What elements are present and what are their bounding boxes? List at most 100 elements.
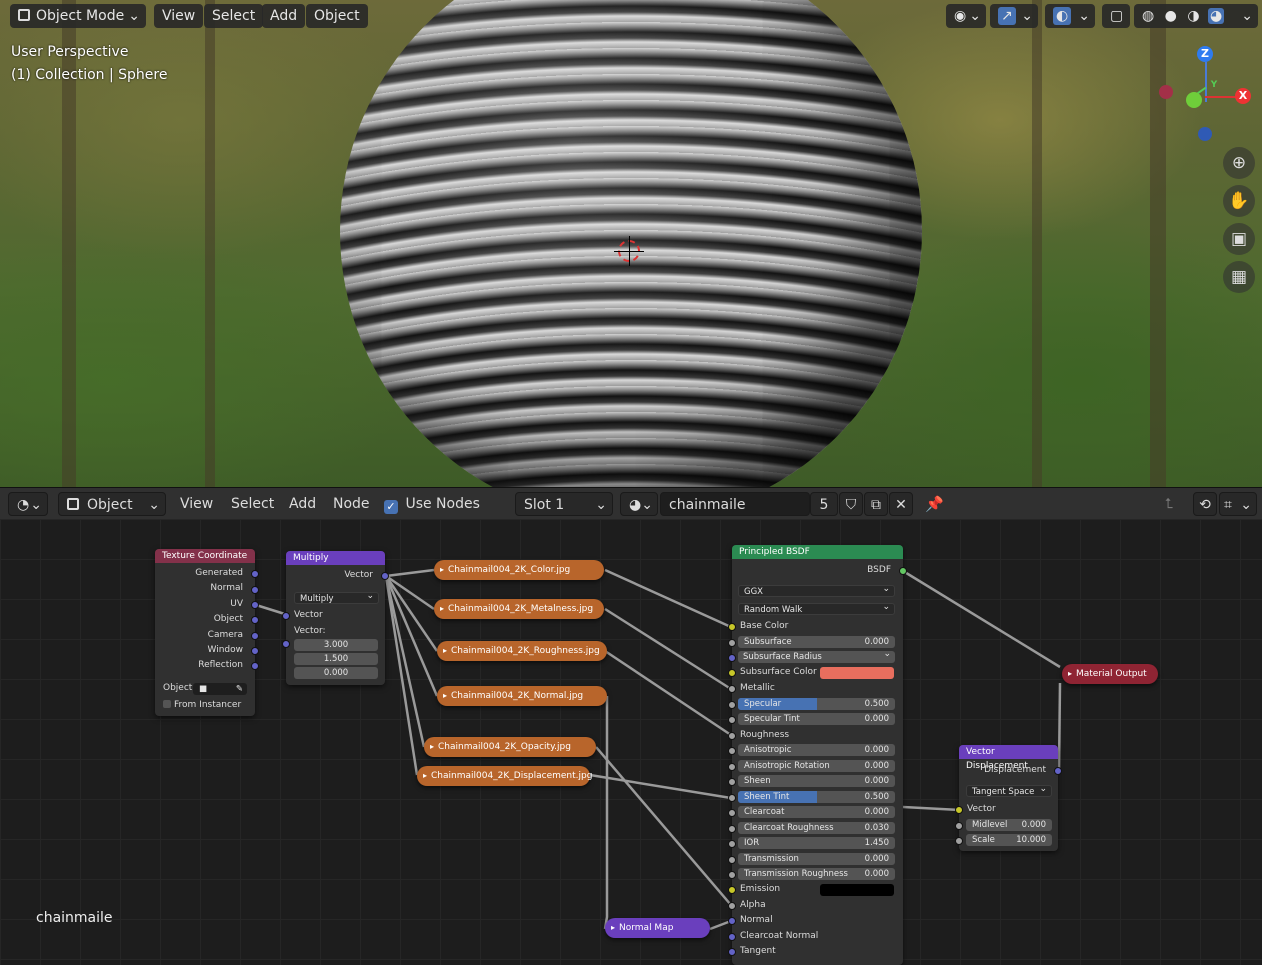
subsurface-field[interactable]: Subsurface 0.000	[738, 636, 895, 648]
menu-view[interactable]: View	[180, 492, 213, 516]
image-texture-node-opacity[interactable]: Chainmail004_2K_Opacity.jpg	[424, 737, 596, 757]
image-texture-node-normal[interactable]: Chainmail004_2K_Normal.jpg	[437, 686, 607, 706]
menu-view[interactable]: View	[154, 4, 204, 28]
chevron-down-icon[interactable]: ⌄	[1241, 4, 1253, 28]
axis-x-negative[interactable]	[1159, 85, 1173, 99]
socket-uv[interactable]	[251, 601, 259, 609]
hand-icon[interactable]: ✋	[1223, 185, 1255, 217]
material-browse-dropdown[interactable]: ◕ ⌄	[620, 492, 658, 516]
scale-field[interactable]: Scale 10.000	[966, 834, 1052, 846]
socket-clearcoat-normal[interactable]	[728, 933, 736, 941]
transmission-roughness-field[interactable]: Transmission Roughness 0.000	[738, 868, 895, 880]
menu-add[interactable]: Add	[262, 4, 306, 28]
socket-input-vector[interactable]	[955, 806, 963, 814]
material-output-node[interactable]: Material Output	[1062, 664, 1158, 684]
shading-modes[interactable]: ◍ ● ◑ ◕ ⌄	[1134, 4, 1258, 28]
node-header[interactable]: Principled BSDF	[732, 545, 903, 559]
clearcoat-roughness-field[interactable]: Clearcoat Roughness 0.030	[738, 822, 895, 834]
anisotropic-rotation-field[interactable]: Anisotropic Rotation 0.000	[738, 760, 895, 772]
subsurface-radius-dropdown[interactable]: Subsurface Radius	[738, 648, 895, 663]
midlevel-field[interactable]: Midlevel 0.000	[966, 819, 1052, 831]
vector-y-field[interactable]: 1.500	[294, 653, 378, 665]
socket-subsurface-radius[interactable]	[728, 654, 736, 662]
snap-element-dropdown[interactable]: ⌗ ⌄	[1219, 492, 1257, 516]
socket-input-vector-2[interactable]	[282, 640, 290, 648]
specular-field[interactable]: Specular 0.500	[738, 698, 895, 710]
vector-z-field[interactable]: 0.000	[294, 667, 378, 679]
solid-shading-icon[interactable]: ●	[1165, 8, 1177, 24]
socket-reflection[interactable]	[251, 662, 259, 670]
from-instancer-checkbox[interactable]: From Instancer	[155, 699, 255, 712]
socket-specular-tint[interactable]	[728, 716, 736, 724]
socket-sheen-tint[interactable]	[728, 794, 736, 802]
principled-bsdf-node[interactable]: Principled BSDF BSDF GGX Random Walk Bas…	[728, 545, 907, 965]
socket-subsurface-color[interactable]	[728, 669, 736, 677]
pin-icon[interactable]: 📌	[925, 492, 944, 516]
subsurface-method-dropdown[interactable]: Random Walk	[738, 601, 895, 615]
parent-node-tree-icon[interactable]: ⮤	[1165, 492, 1173, 516]
texture-coordinate-node[interactable]: Texture Coordinate Generated Normal UV O…	[155, 549, 259, 716]
clearcoat-field[interactable]: Clearcoat 0.000	[738, 806, 895, 818]
socket-generated[interactable]	[251, 570, 259, 578]
socket-scale[interactable]	[955, 837, 963, 845]
anisotropic-field[interactable]: Anisotropic 0.000	[738, 744, 895, 756]
axis-z-negative[interactable]	[1198, 127, 1212, 141]
specular-tint-field[interactable]: Specular Tint 0.000	[738, 713, 895, 725]
operation-dropdown[interactable]: Multiply	[294, 590, 379, 604]
vector-displacement-node[interactable]: Vector Displacement Displacement Tangent…	[955, 745, 1062, 851]
material-name-field[interactable]: chainmaile	[660, 492, 810, 516]
vector-x-field[interactable]: 3.000	[294, 639, 378, 651]
vector-multiply-node[interactable]: Multiply Vector Multiply Vector Vector: …	[282, 551, 389, 685]
socket-output-bsdf[interactable]	[899, 567, 907, 575]
socket-clearcoat[interactable]	[728, 809, 736, 817]
socket-midlevel[interactable]	[955, 822, 963, 830]
emission-color-swatch[interactable]	[820, 884, 894, 896]
socket-window[interactable]	[251, 647, 259, 655]
socket-alpha[interactable]	[728, 902, 736, 910]
axis-z[interactable]: Z	[1197, 46, 1213, 62]
use-nodes-toggle[interactable]: ✓ Use Nodes	[384, 492, 480, 516]
socket-camera[interactable]	[251, 632, 259, 640]
socket-emission[interactable]	[728, 886, 736, 894]
sheen-tint-field[interactable]: Sheen Tint 0.500	[738, 791, 895, 803]
axis-x[interactable]: X	[1235, 88, 1251, 104]
socket-input-vector[interactable]	[282, 612, 290, 620]
rendered-shading-icon[interactable]: ◕	[1208, 8, 1225, 24]
zoom-icon[interactable]: ⊕	[1223, 147, 1255, 179]
distribution-dropdown[interactable]: GGX	[738, 583, 895, 597]
menu-add[interactable]: Add	[289, 492, 316, 516]
checkbox-checked-icon[interactable]: ✓	[384, 500, 398, 514]
overlays-dropdown[interactable]: ◐ ⌄	[1045, 4, 1095, 28]
image-texture-node-displacement[interactable]: Chainmail004_2K_Displacement.jpg	[417, 766, 592, 786]
visibility-dropdown[interactable]: ◉ ⌄	[946, 4, 986, 28]
navigation-gizmo[interactable]: Z Y X	[1150, 40, 1260, 150]
socket-object[interactable]	[251, 616, 259, 624]
fake-user-shield-icon[interactable]: ⛉	[839, 492, 863, 516]
object-mode-dropdown[interactable]: Object Mode ⌄	[10, 4, 146, 28]
socket-base-color[interactable]	[728, 623, 736, 631]
duplicate-material-icon[interactable]: ⧉	[864, 492, 888, 516]
space-dropdown[interactable]: Tangent Space	[966, 783, 1052, 797]
socket-output-vector[interactable]	[381, 572, 389, 580]
image-texture-node-metalness[interactable]: Chainmail004_2K_Metalness.jpg	[434, 599, 604, 619]
socket-transmission-roughness[interactable]	[728, 871, 736, 879]
node-editor-canvas[interactable]: Texture Coordinate Generated Normal UV O…	[0, 519, 1262, 965]
material-user-count[interactable]: 5	[810, 492, 838, 516]
eyedropper-icon[interactable]: ✎	[236, 683, 243, 695]
snap-toggle-icon[interactable]: ⟲	[1193, 492, 1217, 516]
shader-type-dropdown[interactable]: Object ⌄	[58, 492, 166, 516]
socket-sheen[interactable]	[728, 778, 736, 786]
node-header[interactable]: Multiply	[286, 551, 385, 565]
subsurface-color-swatch[interactable]	[820, 667, 894, 679]
socket-transmission[interactable]	[728, 856, 736, 864]
axis-y[interactable]: Y	[1209, 80, 1219, 90]
gizmo-dropdown[interactable]: ↗ ⌄	[990, 4, 1038, 28]
socket-tangent[interactable]	[728, 948, 736, 956]
socket-anisotropic[interactable]	[728, 747, 736, 755]
socket-normal[interactable]	[251, 586, 259, 594]
socket-normal[interactable]	[728, 917, 736, 925]
socket-roughness[interactable]	[728, 732, 736, 740]
checkbox-icon[interactable]	[163, 700, 171, 708]
wireframe-shading-icon[interactable]: ◍	[1142, 8, 1154, 24]
image-texture-node-roughness[interactable]: Chainmail004_2K_Roughness.jpg	[437, 641, 607, 661]
